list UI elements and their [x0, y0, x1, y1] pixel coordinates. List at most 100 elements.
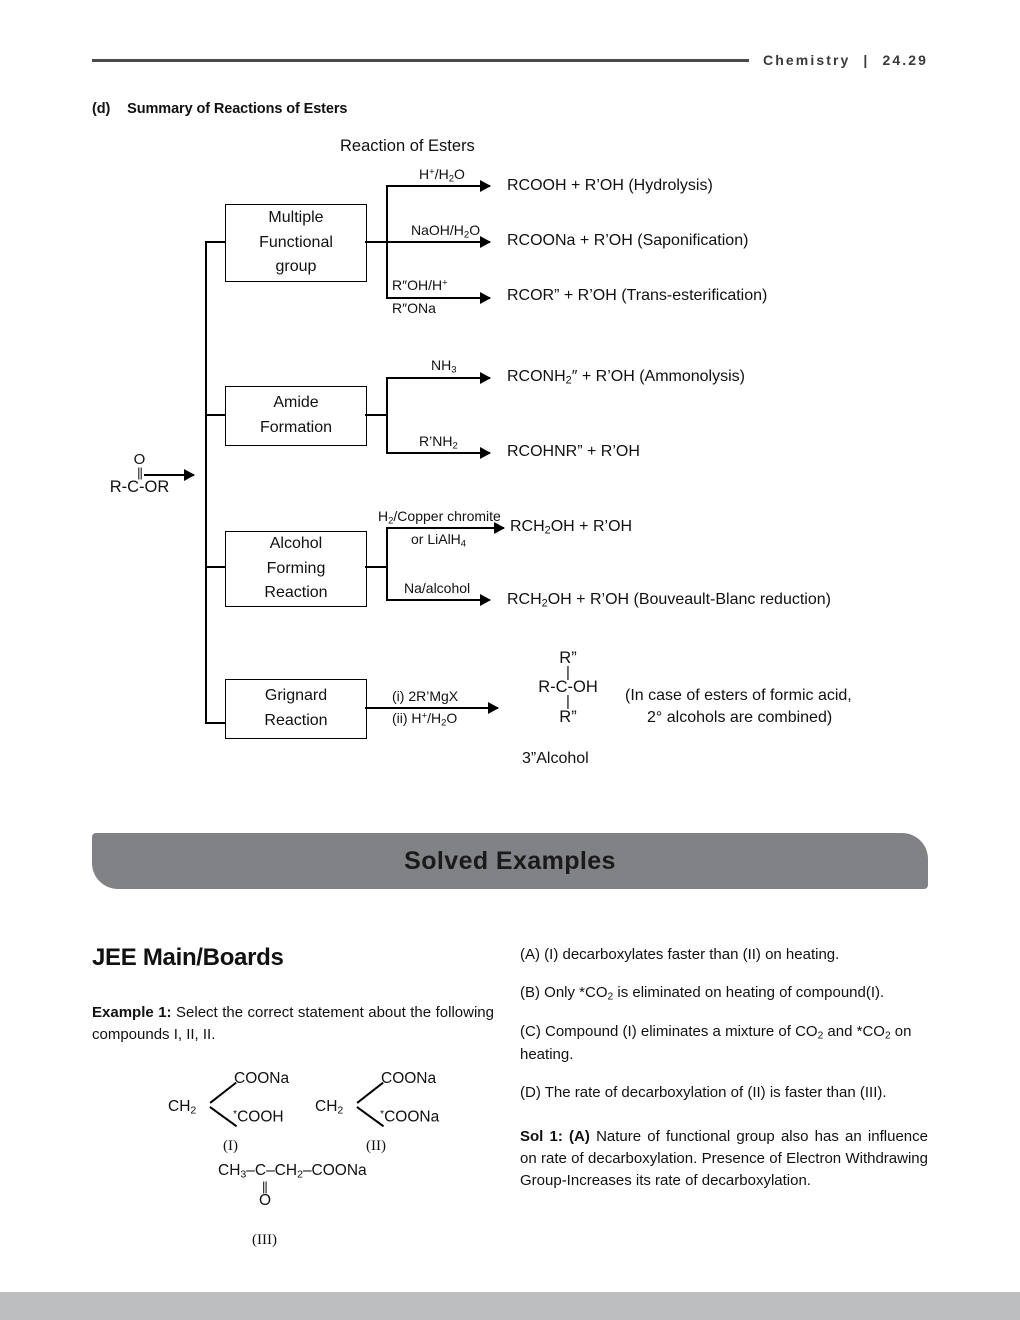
grignard-note-line2: 2° alcohols are combined): [647, 709, 833, 726]
box-amide-formation-label: Amide Formation: [260, 391, 332, 441]
structure-2-ch2: CH2: [315, 1098, 343, 1117]
arrow-ammonolysis: [386, 377, 490, 379]
product-hydrogenation: RCH2OH + R’OH: [510, 518, 633, 537]
grignard-note-line1: (In case of esters of formic acid,: [625, 687, 852, 704]
example-paragraph: Example 1: Select the correct statement …: [92, 1002, 494, 1046]
cond-grignard-step1: (i) 2R’MgX: [392, 688, 459, 704]
grignard-product-caption: 3”Alcohol: [522, 750, 589, 767]
cond-hydrogenation-below: or LiAlH4: [411, 531, 467, 550]
arrow-amide-amine: [386, 452, 490, 454]
structure-3: CH3–C–CH2–COONa || O: [218, 1163, 367, 1209]
grignard-product-bottom: R”: [559, 707, 577, 726]
structure-1-label: (I): [223, 1138, 238, 1154]
cond-hydrogenation-above: H2/Copper chromite: [378, 508, 501, 527]
structure-1-ch2: CH2: [168, 1098, 196, 1117]
box3-line1: Alcohol: [269, 534, 323, 552]
option-d: (D) The rate of decarboxylation of (II) …: [520, 1084, 887, 1102]
structure-2-ch-sub: 2: [337, 1104, 344, 1117]
arrow-saponification: [386, 241, 490, 243]
product-transesterification: RCOR” + R’OH (Trans-esterification): [507, 287, 768, 304]
structure-3-label: (III): [252, 1232, 277, 1248]
product-bouveault-blanc: RCH2OH + R’OH (Bouveault-Blanc reduction…: [507, 591, 831, 610]
box4-line1: Grignard: [264, 687, 328, 705]
product-hydrolysis: RCOOH + R’OH (Hydrolysis): [507, 177, 713, 194]
structure-1-bond-top: [209, 1081, 237, 1104]
product-amide-amine: RCOHNR” + R’OH: [507, 443, 640, 460]
trunk-stub-2: [205, 414, 225, 416]
box-multiple-functional-group[interactable]: Multiple Functional group: [225, 204, 367, 282]
product-saponification: RCOONa + R’OH (Saponification): [507, 232, 749, 249]
box2-line1: Amide: [273, 394, 319, 412]
grignard-bond-bottom: |: [566, 692, 570, 710]
box-multiple-functional-group-label: Multiple Functional group: [259, 206, 333, 280]
right-column: (A) (I) decarboxylates faster than (II) …: [520, 944, 928, 1207]
page: Chemistry | 24.29 (d) Summary of Reactio…: [0, 0, 1020, 1320]
arrow-grignard: [365, 707, 498, 709]
solution-paragraph: Sol 1: (A) Nature of functional group al…: [520, 1126, 928, 1193]
structure-2-bond-top: [356, 1081, 384, 1104]
structure-2-ch-text: CH: [315, 1098, 338, 1115]
left-column: JEE Main/Boards Example 1: Select the co…: [92, 944, 494, 1061]
trunk-vertical-line: [205, 242, 207, 723]
product-ammonolysis: RCONH2″ + R’OH (Ammonolysis): [507, 368, 745, 387]
box1-line1: Multiple: [268, 208, 324, 226]
box2-out-stub: [365, 414, 387, 416]
solved-examples-banner: Solved Examples: [92, 833, 928, 889]
structure-1-top-group: COONa: [234, 1070, 290, 1087]
structure-1-bottom-group: *COOH: [233, 1108, 284, 1127]
start-arrow: [144, 474, 194, 476]
box1-line2: Functional: [259, 233, 333, 251]
structure-3-chain: CH3–C–CH2–COONa: [218, 1162, 367, 1181]
box-amide-formation[interactable]: Amide Formation: [225, 386, 367, 446]
option-c: (C) Compound (I) eliminates a mixture of…: [520, 1023, 912, 1064]
solved-examples-title: Solved Examples: [404, 846, 616, 875]
grignard-product-structure: R” | R-C-OH | R”: [520, 650, 616, 725]
arrow-hydrolysis: [386, 185, 490, 187]
box1-out-stub: [365, 241, 387, 243]
reaction-diagram: O || R-C-OR Multiple Functional group H+…: [0, 0, 1020, 800]
box3-line2: Forming: [266, 559, 326, 577]
compound-structures: CH2 COONa *COOH (I) CH2 COONa *COONa (II…: [160, 1060, 490, 1160]
example-label: Example 1:: [92, 1004, 172, 1021]
box3-riser: [386, 527, 388, 600]
box-alcohol-forming-reaction-label: Alcohol Forming Reaction: [264, 532, 327, 606]
structure-2-bottom-text: COONa: [384, 1108, 440, 1126]
box-grignard-reaction-label: Grignard Reaction: [264, 684, 327, 734]
structure-1-bottom-text: COOH: [237, 1108, 284, 1126]
structure-2-bottom-group: *COONa: [380, 1108, 439, 1127]
arrow-transesterification: [386, 297, 490, 299]
arrow-bouveault-blanc: [386, 599, 490, 601]
trunk-stub-3: [205, 566, 225, 568]
box1-line3: group: [275, 258, 317, 276]
cond-saponification: NaOH/H2O: [411, 222, 481, 241]
trunk-stub-1: [205, 241, 225, 243]
option-a: (A) (I) decarboxylates faster than (II) …: [520, 946, 840, 963]
cond-hydrolysis: H+/H2O: [419, 166, 465, 185]
box2-riser: [386, 377, 388, 454]
trunk-stub-4: [205, 722, 225, 724]
box2-line2: Formation: [259, 419, 333, 436]
solution-label: Sol 1: (A): [520, 1127, 590, 1145]
cond-transesterification-below: R″ONa: [392, 300, 436, 316]
cond-ammonolysis: NH3: [431, 357, 457, 376]
structure-3-oxygen: O: [259, 1192, 272, 1210]
arrow-hydrogenation: [386, 527, 504, 529]
box3-out-stub: [365, 566, 387, 568]
structure-2-label: (II): [366, 1138, 386, 1154]
structure-1-ch-sub: 2: [190, 1104, 197, 1117]
box4-line2: Reaction: [264, 712, 328, 729]
box-alcohol-forming-reaction[interactable]: Alcohol Forming Reaction: [225, 531, 367, 607]
option-b: (B) Only *CO2 is eliminated on heating o…: [520, 983, 885, 1003]
cond-grignard-step2: (ii) H+/H2O: [392, 710, 458, 729]
start-material-chain: R-C-OR: [109, 477, 170, 496]
structure-2-top-group: COONa: [381, 1070, 437, 1087]
cond-amide-amine: R’NH2: [419, 433, 458, 452]
box3-line3: Reaction: [264, 584, 328, 602]
box-grignard-reaction[interactable]: Grignard Reaction: [225, 679, 367, 739]
jee-heading: JEE Main/Boards: [92, 944, 284, 971]
structure-3-double-bond: ||: [262, 1179, 268, 1195]
cond-bouveault-blanc: Na/alcohol: [404, 580, 471, 596]
structure-1-ch-text: CH: [168, 1098, 191, 1115]
page-footer-bar: [0, 1292, 1020, 1320]
cond-transesterification-above: R″OH/H+: [392, 277, 448, 293]
